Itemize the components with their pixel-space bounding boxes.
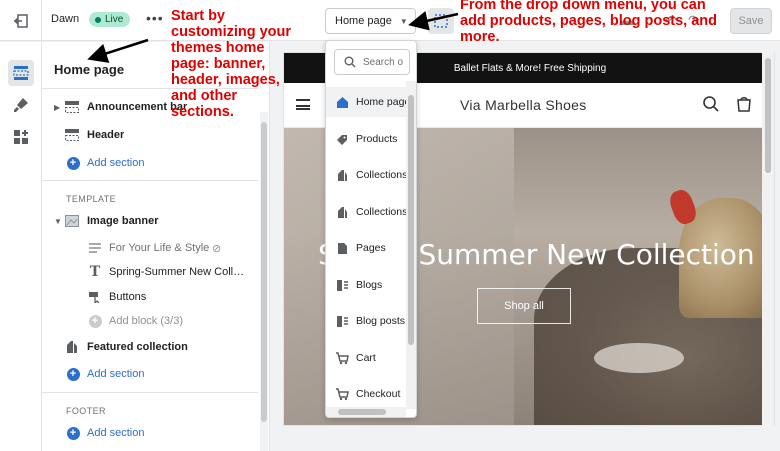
annotation-arrows	[87, 10, 459, 63]
arrow-to-page-select	[408, 10, 459, 31]
arrow-to-sidebar-title	[87, 38, 149, 63]
